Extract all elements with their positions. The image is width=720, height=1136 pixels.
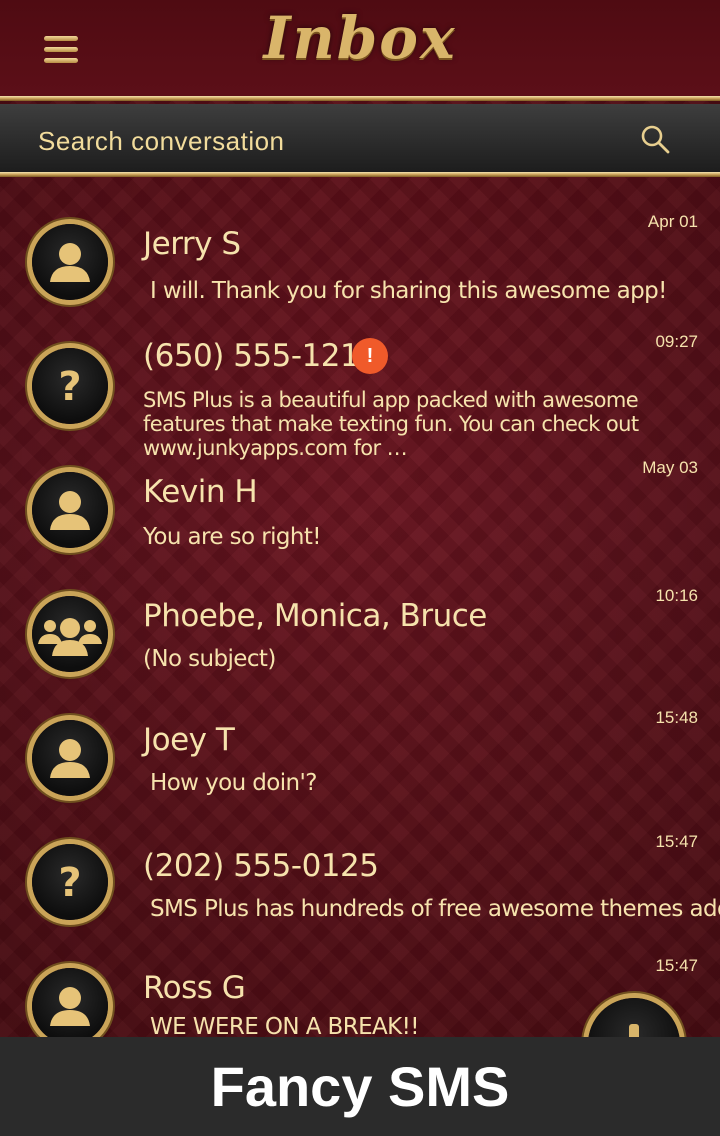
message-preview: How you doin'? <box>150 770 317 796</box>
contact-name: Joey T <box>143 722 235 758</box>
group-icon <box>32 596 108 672</box>
contact-name: Ross G <box>143 970 246 1006</box>
search-icon[interactable] <box>640 124 670 154</box>
timestamp: 10:16 <box>655 586 698 605</box>
conversation-row[interactable]: Joey T How you doin'? 15:48 <box>0 694 720 818</box>
person-icon <box>32 720 108 796</box>
timestamp: 15:47 <box>655 832 698 851</box>
svg-text:?: ? <box>58 860 81 906</box>
message-preview: You are so right! <box>143 524 321 550</box>
search-input[interactable]: Search conversation <box>38 126 285 157</box>
contact-name: Kevin H <box>143 474 258 510</box>
inbox-screen: Inbox Search conversation Jerry S I will… <box>0 0 720 1136</box>
svg-text:?: ? <box>58 364 81 410</box>
search-bar[interactable]: Search conversation <box>0 104 720 172</box>
timestamp: 09:27 <box>655 332 698 351</box>
timestamp: 15:47 <box>655 956 698 975</box>
page-title: Inbox <box>263 4 457 72</box>
divider <box>0 172 720 177</box>
top-bar: Inbox <box>0 0 720 96</box>
error-badge: ! <box>352 338 388 374</box>
message-preview: I will. Thank you for sharing this aweso… <box>150 278 667 304</box>
timestamp: Apr 01 <box>647 212 698 231</box>
contact-name: (650) 555-1212 <box>143 338 379 374</box>
timestamp: 15:48 <box>655 708 698 727</box>
promo-banner: Fancy SMS <box>0 1037 720 1136</box>
question-icon: ? <box>32 348 108 424</box>
contact-name: (202) 555-0125 <box>143 848 379 884</box>
divider <box>0 96 720 101</box>
timestamp: May 03 <box>642 458 698 477</box>
question-icon: ? <box>32 844 108 920</box>
person-icon <box>32 968 108 1044</box>
message-preview: SMS Plus has hundreds of free awesome th… <box>150 896 720 922</box>
person-icon <box>32 472 108 548</box>
contact-name: Phoebe, Monica, Bruce <box>143 598 487 634</box>
conversation-row[interactable]: Phoebe, Monica, Bruce (No subject) 10:16 <box>0 570 720 694</box>
conversation-row[interactable]: ? (202) 555-0125 SMS Plus has hundreds o… <box>0 818 720 942</box>
conversation-row[interactable]: Kevin H You are so right! May 03 <box>0 446 720 570</box>
person-icon <box>32 224 108 300</box>
message-preview: (No subject) <box>143 646 276 672</box>
conversation-row[interactable]: ? (650) 555-1212 ! SMS Plus is a beautif… <box>0 322 720 460</box>
contact-name: Jerry S <box>143 226 241 262</box>
conversation-row[interactable]: Jerry S I will. Thank you for sharing th… <box>0 198 720 322</box>
